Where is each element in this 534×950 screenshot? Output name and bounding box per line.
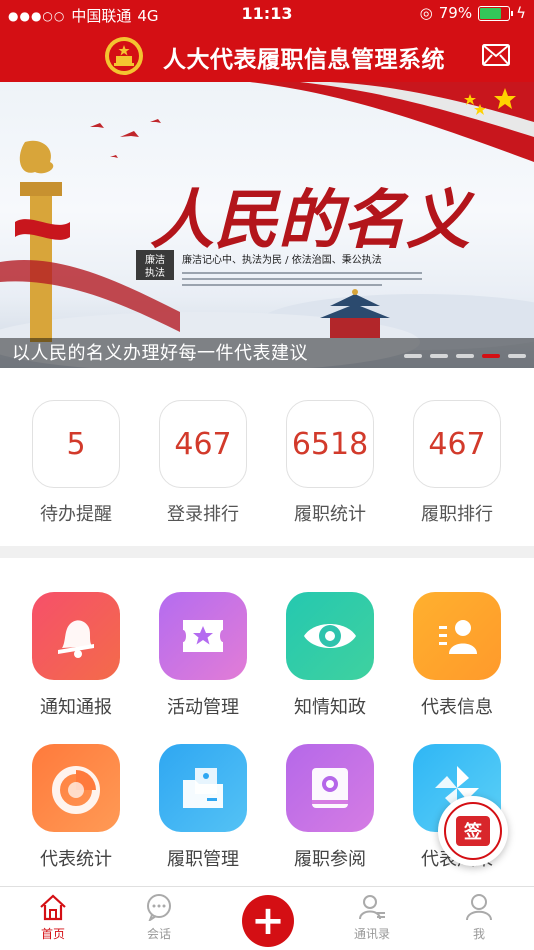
battery-icon — [478, 5, 514, 21]
profile-icon — [466, 894, 492, 921]
stat-login-ranking[interactable]: 467 登录排行 — [159, 400, 247, 526]
banner-slogan: 廉洁记心中、执法为民 / 依法治国、秉公执法 — [182, 253, 382, 266]
carousel-indicator[interactable] — [404, 354, 526, 358]
tab-contacts[interactable]: 通讯录 — [327, 893, 417, 942]
chat-icon — [147, 894, 171, 921]
section-divider — [0, 546, 534, 558]
sign-in-label: 签 — [456, 816, 490, 846]
charging-icon: ϟ — [516, 4, 526, 22]
stat-value: 6518 — [286, 400, 374, 488]
contacts-icon — [359, 895, 385, 920]
menu-label: 履职管理 — [167, 849, 239, 870]
tab-chat[interactable]: 会话 — [114, 893, 204, 942]
page-title: 人大代表履职信息管理系统 — [163, 47, 445, 73]
carousel-dot[interactable] — [404, 354, 422, 358]
stat-value: 5 — [32, 400, 120, 488]
book-icon — [286, 744, 374, 832]
bottom-tab-bar: 首页 会话 + 通讯录 我 — [0, 886, 534, 950]
battery-fill — [480, 7, 502, 19]
menu-delegate-info[interactable]: 代表信息 — [412, 592, 502, 719]
add-button[interactable]: + — [242, 895, 294, 947]
stat-duty-statistics[interactable]: 6518 履职统计 — [286, 400, 374, 526]
menu-label: 知情知政 — [294, 697, 366, 718]
folder-icon — [159, 744, 247, 832]
menu-label: 代表信息 — [421, 697, 493, 718]
menu-label: 履职参阅 — [294, 849, 366, 870]
national-emblem-icon — [105, 37, 143, 75]
menu-label: 活动管理 — [167, 697, 239, 718]
tab-me[interactable]: 我 — [434, 893, 524, 942]
stat-label: 登录排行 — [167, 504, 239, 525]
menu-duty-management[interactable]: 履职管理 — [158, 744, 248, 871]
tab-label: 会话 — [146, 927, 171, 941]
banner-carousel[interactable]: 人民的名义 廉洁 执法 廉洁记心中、执法为民 / 依法治国、秉公执法 以人民的名… — [0, 82, 534, 368]
stat-label: 履职统计 — [294, 504, 366, 525]
mail-icon[interactable] — [482, 44, 510, 66]
carousel-dot[interactable] — [430, 354, 448, 358]
banner-stamp-bottom: 执法 — [145, 266, 165, 279]
bell-icon — [32, 592, 120, 680]
stat-duty-ranking[interactable]: 467 履职排行 — [413, 400, 501, 526]
tab-label: 通讯录 — [353, 927, 390, 941]
battery-percent: 79% — [438, 4, 473, 22]
banner-image: 人民的名义 廉洁 执法 廉洁记心中、执法为民 / 依法治国、秉公执法 — [0, 82, 534, 368]
tab-home[interactable]: 首页 — [8, 893, 98, 942]
ticket-star-icon — [159, 592, 247, 680]
menu-activities[interactable]: 活动管理 — [158, 592, 248, 719]
stat-pending-reminders[interactable]: 5 待办提醒 — [32, 400, 120, 526]
plus-icon: + — [251, 898, 285, 944]
nav-bar: 人大代表履职信息管理系统 — [0, 28, 534, 82]
status-right: ◎ 79% ϟ — [420, 4, 526, 22]
banner-headline: 人民的名义 — [150, 183, 475, 258]
menu-label: 通知通报 — [40, 697, 112, 718]
pie-chart-icon — [32, 744, 120, 832]
sign-in-floating-button[interactable]: 签 — [438, 796, 508, 866]
stat-value: 467 — [159, 400, 247, 488]
stat-label: 待办提醒 — [40, 504, 112, 525]
rotation-lock-icon: ◎ — [419, 4, 433, 22]
stats-row: 5 待办提醒 467 登录排行 6518 履职统计 467 履职排行 — [0, 388, 534, 538]
stat-value: 467 — [413, 400, 501, 488]
banner-caption: 以人民的名义办理好每一件代表建议 — [12, 343, 308, 364]
carousel-dot[interactable] — [508, 354, 526, 358]
status-bar: ●●●○○ 中国联通 4G 11:13 ◎ 79% ϟ — [0, 0, 534, 28]
menu-informed[interactable]: 知情知政 — [285, 592, 375, 719]
menu-duty-reading[interactable]: 履职参阅 — [285, 744, 375, 871]
carousel-dot[interactable] — [482, 354, 500, 358]
tab-label: 首页 — [40, 927, 65, 941]
menu-label: 代表统计 — [40, 849, 112, 870]
stat-label: 履职排行 — [421, 504, 493, 525]
home-icon — [40, 894, 66, 921]
carousel-dot[interactable] — [456, 354, 474, 358]
menu-notices[interactable]: 通知通报 — [31, 592, 121, 719]
banner-stamp-top: 廉洁 — [145, 253, 165, 266]
id-card-icon — [413, 592, 501, 680]
sign-in-ring: 签 — [444, 802, 502, 860]
eye-icon — [286, 592, 374, 680]
tab-label: 我 — [472, 927, 485, 941]
menu-delegate-stats[interactable]: 代表统计 — [31, 744, 121, 871]
